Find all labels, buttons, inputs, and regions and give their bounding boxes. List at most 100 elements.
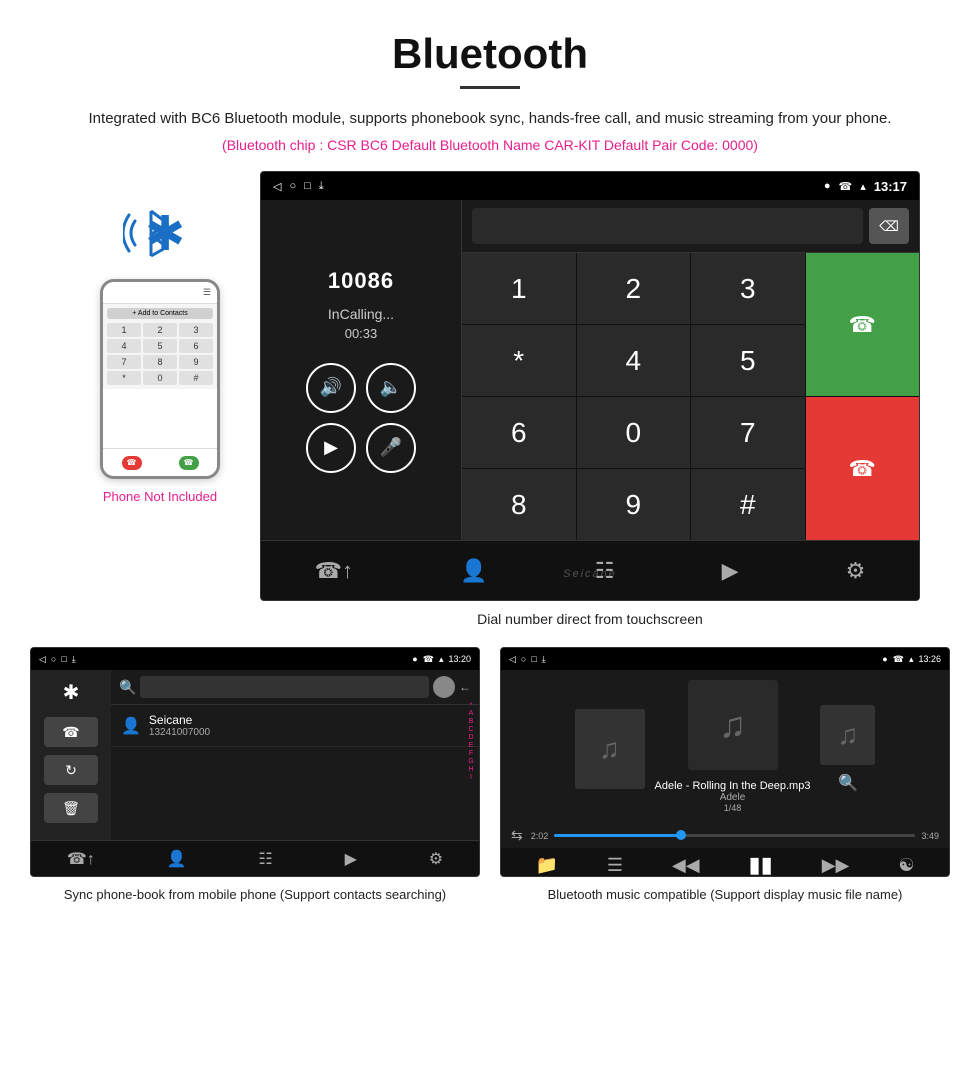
phone-menu-icon: ☰	[203, 287, 211, 298]
pb-contact-row[interactable]: 👤 Seicane 13241007000	[111, 705, 479, 747]
keypad-key-1[interactable]: 1	[462, 253, 576, 324]
phone-end-button[interactable]: ☎	[122, 456, 142, 470]
keypad-call-button[interactable]: ☎	[806, 253, 920, 396]
keypad-key-6[interactable]: 6	[462, 397, 576, 468]
music-folder-button[interactable]: 📁	[535, 855, 557, 876]
pb-transfer-btn[interactable]: ▶	[345, 849, 357, 869]
music-progress-row: 2:02 3:49	[531, 831, 939, 841]
caller-panel: 10086 InCalling... 00:33 🔊 🔈 ▶ 🎤	[261, 200, 461, 540]
pb-alpha-e[interactable]: E	[469, 742, 474, 749]
music-progress-bar[interactable]	[554, 834, 915, 837]
phone-key-7[interactable]: 7	[107, 355, 141, 369]
pb-alpha-a[interactable]: A	[469, 710, 474, 717]
phone-key-1[interactable]: 1	[107, 323, 141, 337]
keypad-key-4[interactable]: 4	[577, 325, 691, 396]
caller-controls: 🔊 🔈 ▶ 🎤	[306, 363, 416, 473]
phone-key-4[interactable]: 4	[107, 339, 141, 353]
pb-keypad-btn[interactable]: ☷	[258, 849, 272, 869]
page-description: Integrated with BC6 Bluetooth module, su…	[0, 107, 980, 131]
phone-key-2[interactable]: 2	[143, 323, 177, 337]
keypad-key-star[interactable]: *	[462, 325, 576, 396]
music-time: 13:26	[918, 654, 941, 664]
phone-key-8[interactable]: 8	[143, 355, 177, 369]
pb-alpha-h[interactable]: H	[468, 766, 473, 773]
music-progress-dot	[676, 830, 686, 840]
music-back-icon[interactable]: ◁	[509, 654, 516, 665]
pb-settings-btn[interactable]: ⚙	[429, 849, 443, 869]
phone-key-5[interactable]: 5	[143, 339, 177, 353]
status-time: 13:17	[874, 179, 907, 194]
music-eq-button[interactable]: ☯	[898, 855, 914, 876]
music-ss-icon[interactable]: ⤓	[542, 654, 546, 665]
phone-key-0[interactable]: 0	[143, 371, 177, 385]
specs-line: (Bluetooth chip : CSR BC6 Default Blueto…	[0, 137, 980, 153]
pb-contacts-btn[interactable]: 👤	[167, 849, 187, 869]
pb-refresh-button[interactable]: ↻	[44, 755, 98, 785]
fake-phone: ☰ + Add to Contacts 1 2 3 4 5 6 7 8 9 * …	[100, 279, 220, 479]
phone-key-6[interactable]: 6	[179, 339, 213, 353]
phone-call-button[interactable]: ☎	[179, 456, 199, 470]
phone-top-bar: ☰	[103, 282, 217, 304]
music-album-area: ♫ ♫ Adele - Rolling In the Deep.mp3 Adel…	[501, 670, 949, 827]
keypad-key-7[interactable]: 7	[691, 397, 805, 468]
pb-phone-button[interactable]: ☎	[44, 717, 98, 747]
pb-search-input[interactable]	[140, 676, 429, 698]
keypad-key-3[interactable]: 3	[691, 253, 805, 324]
keypad-key-8[interactable]: 8	[462, 469, 576, 540]
car-calls-button[interactable]: ☎↑	[299, 550, 369, 592]
screenshot-icon[interactable]: ⤓	[319, 180, 324, 193]
music-shuffle-button[interactable]: ⇆	[511, 827, 523, 844]
pb-time: 13:20	[448, 654, 471, 664]
keypad-key-hash[interactable]: #	[691, 469, 805, 540]
phone-key-star[interactable]: *	[107, 371, 141, 385]
home-icon[interactable]: ○	[289, 180, 296, 192]
pb-search-row: 🔍 ←	[111, 670, 479, 705]
music-play-button[interactable]: ▮▮	[749, 852, 773, 877]
pb-back-icon[interactable]: ◁	[39, 654, 46, 665]
transfer-button[interactable]: ▶	[306, 423, 356, 473]
volume-down-button[interactable]: 🔈	[366, 363, 416, 413]
pb-delete-button[interactable]: 🗑	[44, 793, 98, 823]
keypad-input-field[interactable]	[472, 208, 863, 244]
pb-alpha-g[interactable]: G	[468, 758, 473, 765]
music-recent-icon[interactable]: □	[531, 654, 536, 664]
wifi-icon: ▴	[860, 180, 866, 193]
back-icon[interactable]: ◁	[273, 180, 281, 193]
pb-alpha-b[interactable]: B	[469, 718, 474, 725]
car-screen: ◁ ○ □ ⤓ ● ☎ ▴ 13:17 10086 InCalling... 0…	[260, 171, 920, 601]
pb-alpha-c[interactable]: C	[468, 726, 473, 733]
music-list-button[interactable]: ☰	[607, 855, 623, 876]
music-next-button[interactable]: ▶▶	[822, 855, 850, 876]
pb-voice-button[interactable]	[433, 676, 455, 698]
phone-key-3[interactable]: 3	[179, 323, 213, 337]
caller-status: InCalling...	[328, 306, 394, 322]
pb-clear-icon[interactable]: ←	[459, 680, 471, 694]
pb-ss-icon[interactable]: ⤓	[72, 654, 76, 665]
keypad-key-9[interactable]: 9	[577, 469, 691, 540]
keypad-key-5[interactable]: 5	[691, 325, 805, 396]
pb-alpha-i[interactable]: I	[470, 774, 472, 781]
pb-alpha-star[interactable]: *	[470, 702, 473, 709]
volume-up-button[interactable]: 🔊	[306, 363, 356, 413]
keypad-key-0[interactable]: 0	[577, 397, 691, 468]
page-title: Bluetooth	[0, 0, 980, 86]
recent-icon[interactable]: □	[304, 180, 311, 192]
car-settings-button[interactable]: ⚙	[830, 550, 882, 592]
keypad-end-button[interactable]: ☎	[806, 397, 920, 540]
music-search-button[interactable]: 🔍	[838, 773, 858, 793]
pb-alpha-f[interactable]: F	[469, 750, 473, 757]
music-prev-button[interactable]: ◀◀	[672, 855, 700, 876]
phone-key-9[interactable]: 9	[179, 355, 213, 369]
pb-alpha-d[interactable]: D	[468, 734, 473, 741]
car-contacts-button[interactable]: 👤	[444, 550, 503, 592]
phone-key-hash[interactable]: #	[179, 371, 213, 385]
keypad-delete-button[interactable]: ⌫	[869, 208, 909, 244]
pb-calls-btn[interactable]: ☎↑	[67, 849, 95, 869]
music-home-icon[interactable]: ○	[521, 654, 526, 664]
keypad-key-2[interactable]: 2	[577, 253, 691, 324]
pb-home-icon[interactable]: ○	[51, 654, 56, 664]
mute-button[interactable]: 🎤	[366, 423, 416, 473]
pb-sidebar: ✱ ☎ ↻ 🗑	[31, 670, 111, 840]
car-transfer-button[interactable]: ▶	[706, 550, 755, 592]
pb-recent-icon[interactable]: □	[61, 654, 66, 664]
